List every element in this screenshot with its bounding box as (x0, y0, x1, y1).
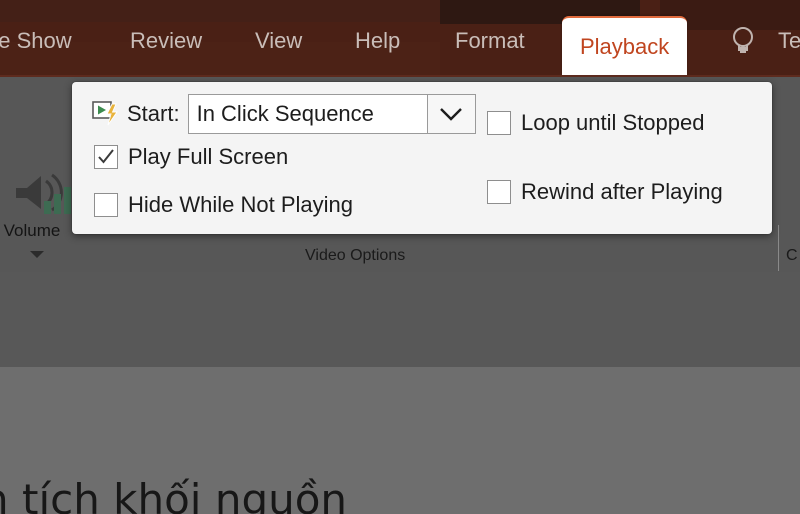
lightbulb-icon[interactable] (730, 24, 756, 58)
ribbon-tabs: de Show Review View Help Format Playback… (0, 0, 800, 75)
start-combobox-value: In Click Sequence (196, 101, 374, 126)
tab-playback[interactable]: Playback (562, 16, 688, 75)
start-combobox-dropdown-button[interactable] (427, 94, 476, 134)
tab-view[interactable]: View (255, 24, 302, 74)
ribbon-tab-strip: de Show Review View Help Format Playback… (0, 0, 800, 75)
group-label-video-options: Video Options (305, 247, 406, 264)
group-label-captions: C (786, 247, 798, 264)
canvas-workspace (0, 272, 800, 367)
checkbox-hide-while-not-playing[interactable]: Hide While Not Playing (94, 192, 353, 218)
start-combobox[interactable]: In Click Sequence (187, 94, 428, 134)
chevron-down-icon[interactable] (30, 251, 44, 258)
checkbox-label: Play Full Screen (128, 144, 289, 169)
tab-help[interactable]: Help (355, 24, 400, 74)
checkbox-box[interactable] (487, 180, 511, 204)
checkbox-label: Loop until Stopped (521, 110, 705, 135)
tab-slide-show[interactable]: de Show (0, 24, 72, 74)
tell-me-label[interactable]: Te (778, 24, 800, 74)
tab-format[interactable]: Format (455, 24, 525, 74)
video-options-popup: Start: In Click Sequence Play Full Scree… (72, 82, 772, 234)
checkbox-label: Hide While Not Playing (128, 192, 353, 217)
chevron-down-icon (440, 108, 462, 121)
checkbox-rewind-after-playing[interactable]: Rewind after Playing (487, 179, 723, 205)
start-setting-row: Start: In Click Sequence (92, 94, 476, 134)
check-icon (98, 149, 114, 164)
slide-body-text[interactable]: n tích khối nguồn (0, 475, 347, 514)
volume-icon (14, 171, 72, 224)
checkbox-box[interactable] (94, 193, 118, 217)
volume-label: Volume (3, 221, 61, 240)
tab-review[interactable]: Review (130, 24, 202, 74)
slide-surface[interactable]: n tích khối nguồn (0, 367, 800, 514)
checkbox-loop-until-stopped[interactable]: Loop until Stopped (487, 110, 705, 136)
checkbox-play-full-screen[interactable]: Play Full Screen (94, 144, 288, 170)
start-playback-icon (92, 101, 120, 127)
ribbon-top-edge (0, 75, 800, 77)
checkbox-box[interactable] (487, 111, 511, 135)
start-label: Start: (127, 101, 180, 126)
checkbox-label: Rewind after Playing (521, 179, 723, 204)
checkbox-box[interactable] (94, 145, 118, 169)
group-separator (778, 225, 779, 271)
